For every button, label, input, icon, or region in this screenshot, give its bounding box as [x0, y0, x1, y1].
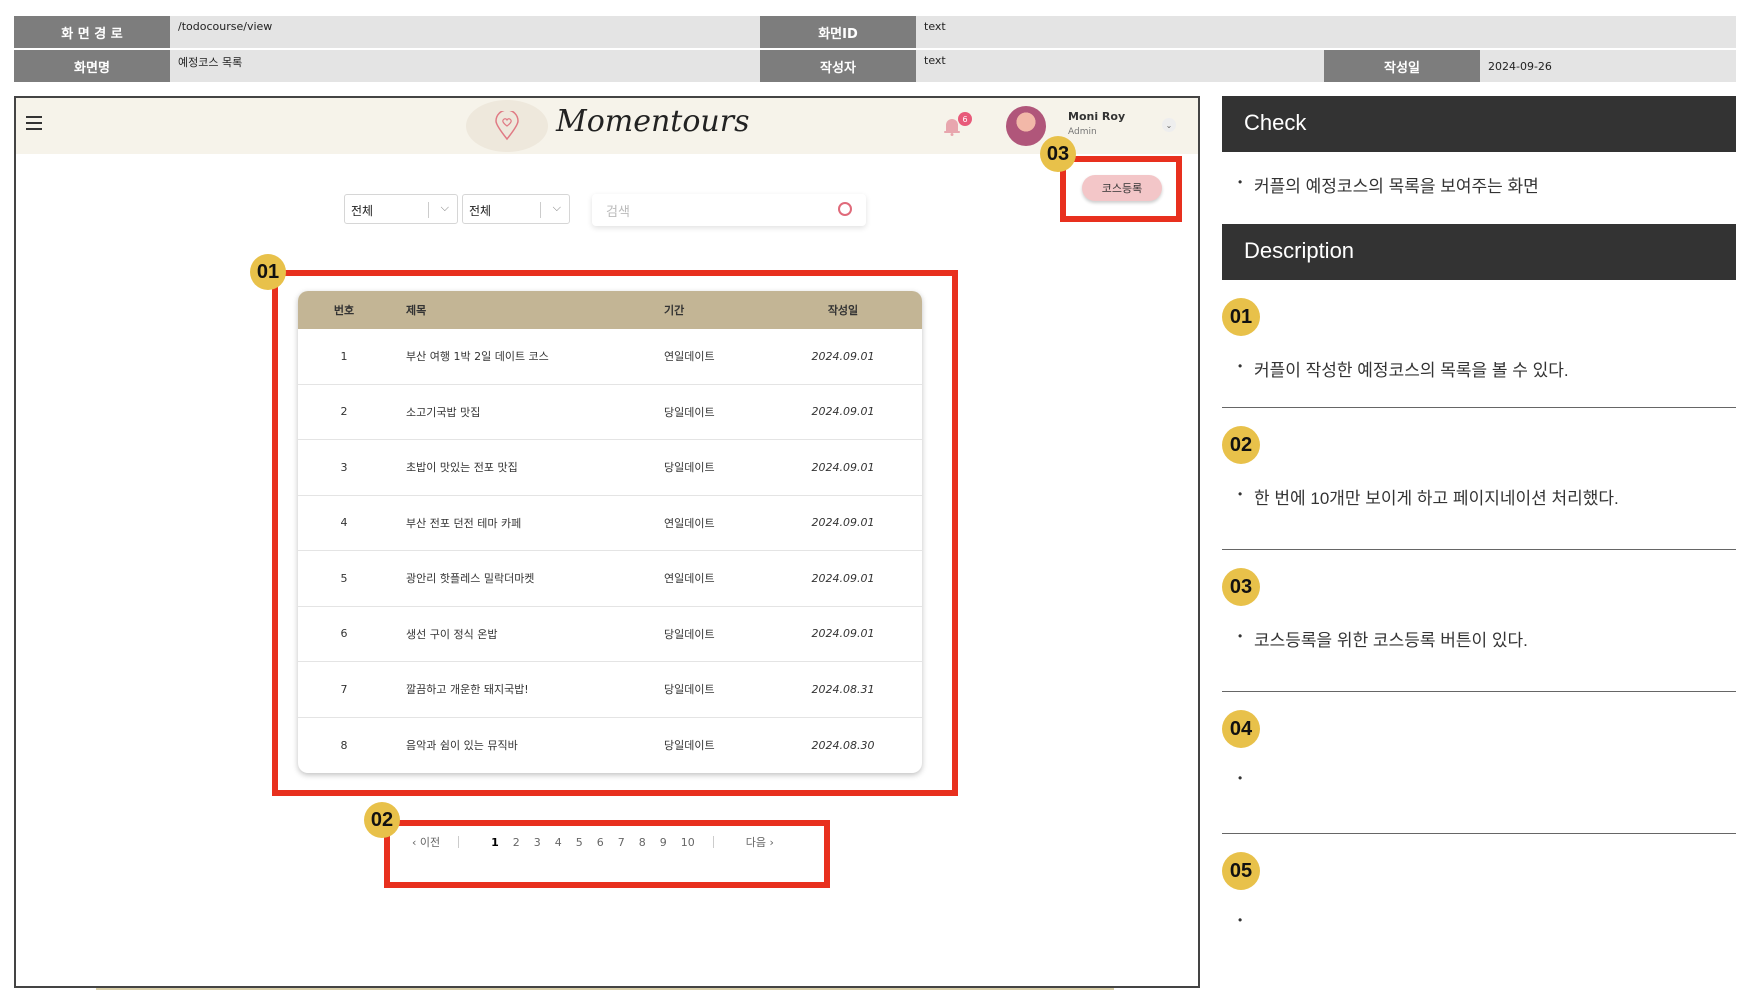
desc-item-01: 01 커플이 작성한 예정코스의 목록을 볼 수 있다. — [1222, 280, 1736, 408]
desc-number: 05 — [1222, 852, 1260, 890]
desc-text: 코스등록을 위한 코스등록 버튼이 있다. — [1222, 626, 1528, 651]
app-mockup: Momentours 6 Moni Roy Admin ⌄ 전체 ⌵ 전체 ⌵ … — [14, 96, 1200, 988]
search-placeholder: 검색 — [606, 205, 630, 220]
author-label: 작성자 — [760, 50, 916, 82]
annotation-marker-01: 01 — [250, 254, 286, 290]
screen-name-label: 화면명 — [14, 50, 170, 82]
user-role: Admin — [1068, 127, 1097, 137]
spec-header: 화 면 경 로 /todocourse/view 화면ID text 화면명 예… — [14, 16, 1736, 84]
screen-id-value: text — [916, 16, 1736, 48]
logo-mark — [466, 100, 548, 152]
desc-number: 02 — [1222, 426, 1260, 464]
annotation-marker-03: 03 — [1040, 136, 1076, 172]
description-title: Description — [1222, 224, 1736, 280]
user-name: Moni Roy — [1068, 110, 1126, 123]
filter-select-2[interactable]: 전체 ⌵ — [462, 194, 570, 224]
search-icon[interactable] — [838, 202, 852, 216]
chevron-down-icon[interactable]: ⌄ — [1162, 118, 1176, 132]
date-value: 2024-09-26 — [1480, 50, 1736, 82]
avatar[interactable] — [1006, 106, 1046, 146]
notification-badge: 6 — [958, 112, 972, 126]
annotation-marker-02: 02 — [364, 802, 400, 838]
location-heart-icon — [495, 111, 519, 141]
screen-id-label: 화면ID — [760, 16, 916, 48]
filter-select-2-value: 전체 — [469, 204, 492, 218]
search-input[interactable]: 검색 — [592, 194, 866, 226]
annotation-box-01 — [272, 270, 958, 796]
check-title: Check — [1222, 96, 1736, 152]
desc-item-04: 04 — [1222, 692, 1736, 834]
chevron-down-icon: ⌵ — [440, 201, 449, 214]
path-label: 화 면 경 로 — [14, 16, 170, 48]
divider-line — [96, 988, 1114, 990]
desc-text: 커플이 작성한 예정코스의 목록을 볼 수 있다. — [1222, 356, 1569, 381]
chevron-down-icon: ⌵ — [552, 201, 561, 214]
desc-text: 한 번에 10개만 보이게 하고 페이지네이션 처리했다. — [1222, 484, 1619, 509]
filter-select-1-value: 전체 — [351, 204, 374, 218]
top-bar: Momentours 6 Moni Roy Admin ⌄ — [16, 98, 1198, 154]
screen-name-value: 예정코스 목록 — [170, 50, 760, 82]
desc-item-05: 05 — [1222, 834, 1736, 976]
desc-number: 03 — [1222, 568, 1260, 606]
annotation-box-03 — [1060, 156, 1182, 222]
path-value: /todocourse/view — [170, 16, 760, 48]
annotation-box-02 — [384, 820, 830, 888]
description-panel: Check 커플의 예정코스의 목록을 보여주는 화면 Description … — [1222, 96, 1736, 976]
desc-item-02: 02 한 번에 10개만 보이게 하고 페이지네이션 처리했다. — [1222, 408, 1736, 550]
filter-select-1[interactable]: 전체 ⌵ — [344, 194, 458, 224]
desc-number: 01 — [1222, 298, 1260, 336]
desc-number: 04 — [1222, 710, 1260, 748]
check-text: 커플의 예정코스의 목록을 보여주는 화면 — [1222, 172, 1736, 222]
desc-item-03: 03 코스등록을 위한 코스등록 버튼이 있다. — [1222, 550, 1736, 692]
hamburger-menu-icon[interactable] — [26, 116, 42, 130]
date-label: 작성일 — [1324, 50, 1480, 82]
author-value: text — [916, 50, 1324, 82]
logo-text[interactable]: Momentours — [556, 104, 749, 139]
